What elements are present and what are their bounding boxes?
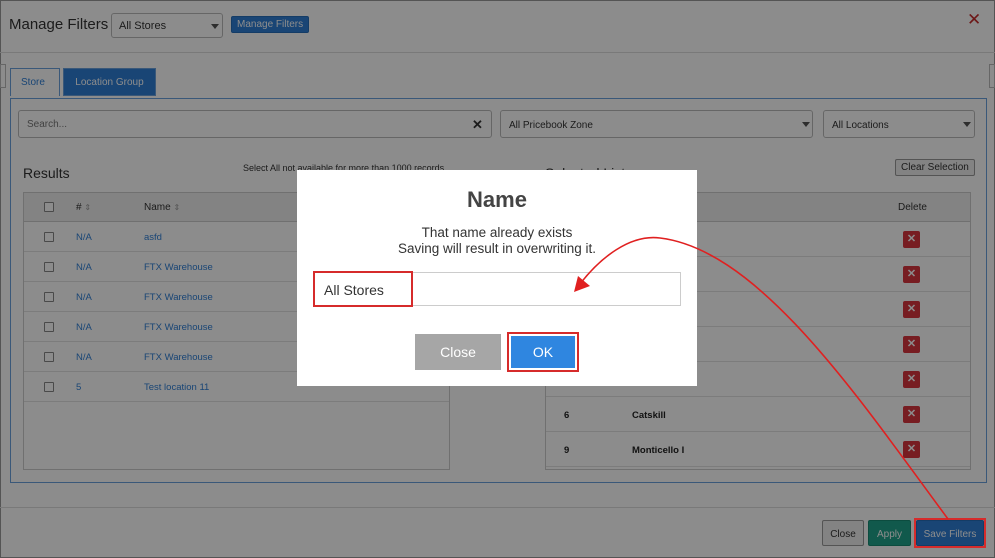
annotation-arrow [574, 236, 949, 520]
